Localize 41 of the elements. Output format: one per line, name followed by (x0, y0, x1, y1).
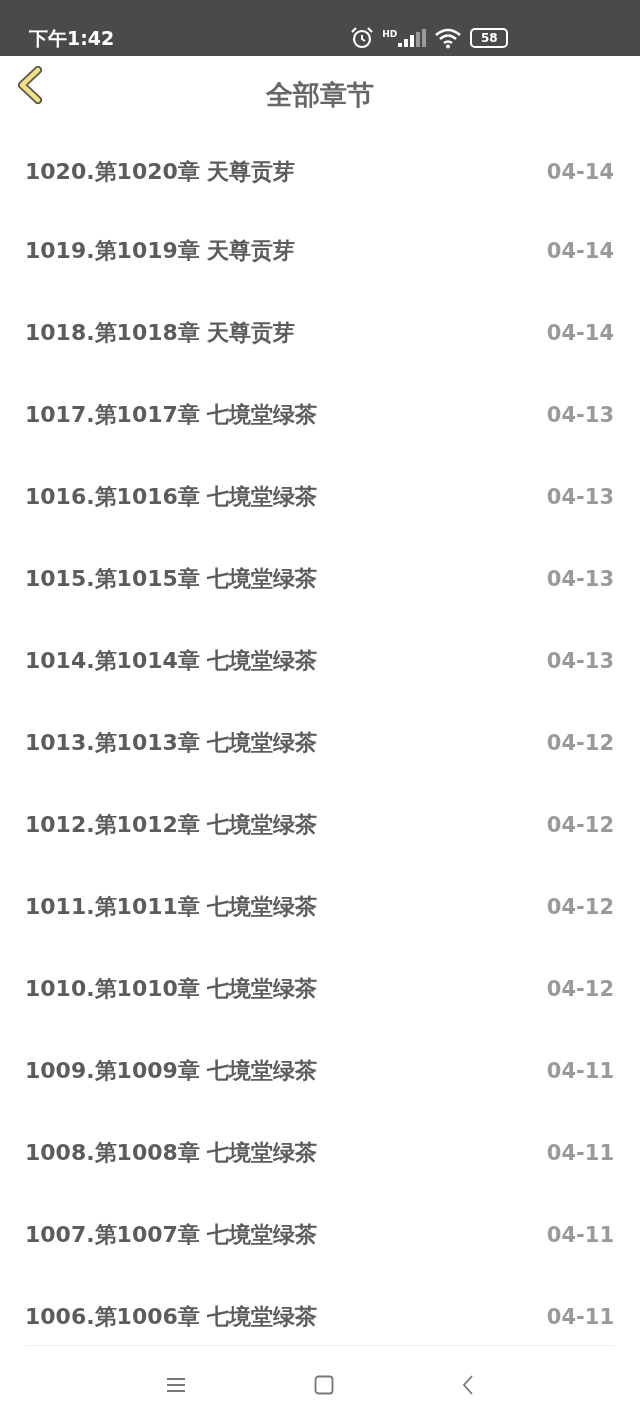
chapter-date: 04-12 (546, 813, 614, 837)
menu-icon[interactable] (166, 1376, 186, 1393)
chapter-title[interactable]: 1008.第1008章 七境堂绿茶 (25, 1138, 318, 1168)
chapter-title[interactable]: 1014.第1014章 七境堂绿茶 (25, 646, 318, 676)
chapter-title[interactable]: 1017.第1017章 七境堂绿茶 (25, 400, 318, 430)
chapter-date: 04-13 (546, 485, 614, 509)
chapter-date: 04-13 (546, 649, 614, 673)
chapter-date: 04-13 (546, 567, 614, 591)
chapter-title[interactable]: 1016.第1016章 七境堂绿茶 (25, 482, 318, 512)
chapter-title[interactable]: 1011.第1011章 七境堂绿茶 (25, 892, 318, 922)
chapter-date: 04-14 (546, 239, 614, 263)
signal-icon (398, 29, 427, 47)
battery-icon: 58 (470, 28, 509, 48)
chapter-title[interactable]: 1019.第1019章 天尊贡芽 (25, 236, 296, 266)
clock-time: 下午1:42 (29, 26, 115, 51)
chapter-date: 04-12 (546, 977, 614, 1001)
chapter-date: 04-11 (546, 1223, 614, 1247)
back-icon[interactable] (462, 1374, 474, 1395)
alarm-icon (350, 27, 375, 49)
chapter-date: 04-12 (546, 895, 614, 919)
chapter-date: 04-14 (546, 321, 614, 345)
chapter-title[interactable]: 1007.第1007章 七境堂绿茶 (25, 1220, 318, 1250)
wifi-icon (434, 27, 463, 49)
chapter-title[interactable]: 1010.第1010章 七境堂绿茶 (25, 974, 318, 1004)
chapter-date: 04-11 (546, 1141, 614, 1165)
chapter-title[interactable]: 1009.第1009章 七境堂绿茶 (25, 1056, 318, 1086)
page-title: 全部章节 (266, 78, 374, 112)
home-icon[interactable] (314, 1374, 334, 1395)
chapter-date: 04-14 (546, 160, 614, 184)
chapter-title[interactable]: 1013.第1013章 七境堂绿茶 (25, 728, 318, 758)
chapter-title[interactable]: 1018.第1018章 天尊贡芽 (25, 318, 296, 348)
chapter-title[interactable]: 1020.第1020章 天尊贡芽 (25, 157, 296, 187)
network-label: HD (382, 29, 398, 39)
chapter-title[interactable]: 1015.第1015章 七境堂绿茶 (25, 564, 318, 594)
chapter-title[interactable]: 1006.第1006章 七境堂绿茶 (25, 1302, 318, 1332)
chapter-date: 04-11 (546, 1059, 614, 1083)
chapter-date: 04-12 (546, 731, 614, 755)
back-icon (16, 66, 44, 104)
chapter-date: 04-11 (546, 1305, 614, 1329)
chapter-title[interactable]: 1012.第1012章 七境堂绿茶 (25, 810, 318, 840)
chapter-date: 04-13 (546, 403, 614, 427)
